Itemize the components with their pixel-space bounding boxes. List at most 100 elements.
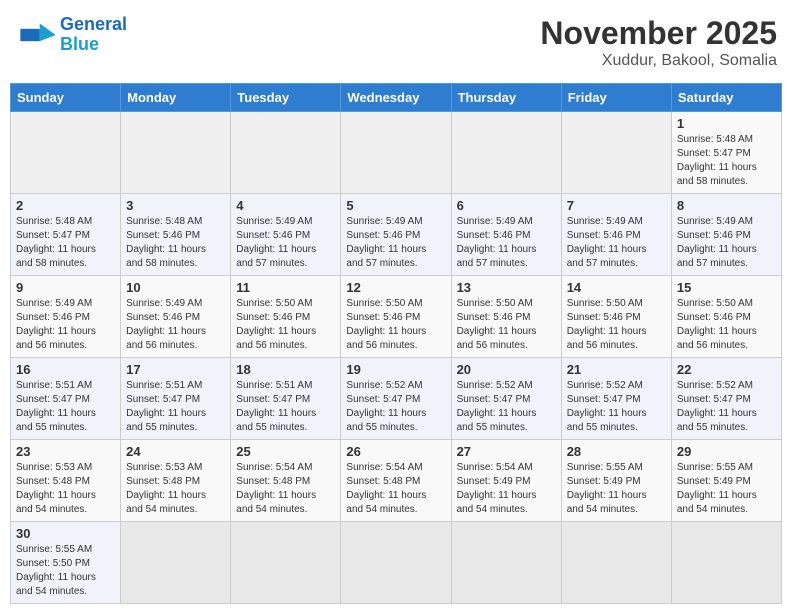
day-number: 22 (677, 362, 776, 377)
day-info: Sunrise: 5:49 AM Sunset: 5:46 PM Dayligh… (457, 215, 556, 271)
title-block: November 2025 Xuddur, Bakool, Somalia (540, 15, 777, 70)
calendar-table: Sunday Monday Tuesday Wednesday Thursday… (10, 83, 782, 604)
day-info: Sunrise: 5:49 AM Sunset: 5:46 PM Dayligh… (677, 215, 776, 271)
day-number: 13 (457, 280, 556, 295)
table-row: 12Sunrise: 5:50 AM Sunset: 5:46 PM Dayli… (341, 276, 451, 358)
day-number: 20 (457, 362, 556, 377)
table-row: 9 Sunrise: 5:49 AM Sunset: 5:46 PM Daylig… (11, 276, 121, 358)
day-info: Sunrise: 5:48 AM Sunset: 5:46 PM Dayligh… (126, 215, 225, 271)
day-info: Sunrise: 5:51 AM Sunset: 5:47 PM Dayligh… (236, 379, 335, 435)
table-row: 16Sunrise: 5:51 AM Sunset: 5:47 PM Dayli… (11, 358, 121, 440)
day-number: 12 (346, 280, 445, 295)
table-row: 11Sunrise: 5:50 AM Sunset: 5:46 PM Dayli… (231, 276, 341, 358)
table-row: 29 Sunrise: 5:55 AM Sunset: 5:49 PM Dayli… (671, 440, 781, 522)
day-number: 9 (16, 280, 115, 295)
logo-blue-text: Blue (60, 34, 99, 54)
logo: General Blue (20, 15, 127, 55)
col-tuesday: Tuesday (231, 84, 341, 112)
day-info: Sunrise: 5:50 AM Sunset: 5:46 PM Dayligh… (457, 297, 556, 353)
table-row: 25 Sunrise: 5:54 AM Sunset: 5:48 PM Dayli… (231, 440, 341, 522)
table-row: 13 Sunrise: 5:50 AM Sunset: 5:46 PM Dayli… (451, 276, 561, 358)
table-row (231, 522, 341, 604)
day-info: Sunrise: 5:54 AM Sunset: 5:48 PM Dayligh… (346, 461, 445, 517)
table-row: 10 Sunrise: 5:49 AM Sunset: 5:46 PM Dayli… (121, 276, 231, 358)
table-row: 21Sunrise: 5:52 AM Sunset: 5:47 PM Dayli… (561, 358, 671, 440)
calendar-week-row: 30 Sunrise: 5:55 AM Sunset: 5:50 PM Dayli… (11, 522, 782, 604)
table-row: 18 Sunrise: 5:51 AM Sunset: 5:47 PM Dayli… (231, 358, 341, 440)
day-info: Sunrise: 5:54 AM Sunset: 5:48 PM Dayligh… (236, 461, 335, 517)
table-row: 17 Sunrise: 5:51 AM Sunset: 5:47 PM Dayli… (121, 358, 231, 440)
table-row: 23 Sunrise: 5:53 AM Sunset: 5:48 PM Dayli… (11, 440, 121, 522)
day-info: Sunrise: 5:51 AM Sunset: 5:47 PM Dayligh… (16, 379, 115, 435)
day-info: Sunrise: 5:55 AM Sunset: 5:49 PM Dayligh… (677, 461, 776, 517)
table-row: 1 Sunrise: 5:48 AM Sunset: 5:47 PM Daylig… (671, 112, 781, 194)
logo-text: General Blue (60, 15, 127, 55)
calendar-week-row: 16Sunrise: 5:51 AM Sunset: 5:47 PM Dayli… (11, 358, 782, 440)
table-row (451, 112, 561, 194)
table-row (11, 112, 121, 194)
table-row: 20Sunrise: 5:52 AM Sunset: 5:47 PM Dayli… (451, 358, 561, 440)
day-number: 3 (126, 198, 225, 213)
logo-icon (20, 20, 56, 50)
table-row: 22 Sunrise: 5:52 AM Sunset: 5:47 PM Dayli… (671, 358, 781, 440)
col-friday: Friday (561, 84, 671, 112)
day-number: 2 (16, 198, 115, 213)
calendar-header-row: Sunday Monday Tuesday Wednesday Thursday… (11, 84, 782, 112)
day-info: Sunrise: 5:53 AM Sunset: 5:48 PM Dayligh… (126, 461, 225, 517)
day-number: 29 (677, 444, 776, 459)
table-row: 26Sunrise: 5:54 AM Sunset: 5:48 PM Dayli… (341, 440, 451, 522)
logo-general-text: General (60, 14, 127, 34)
day-info: Sunrise: 5:52 AM Sunset: 5:47 PM Dayligh… (567, 379, 666, 435)
day-info: Sunrise: 5:49 AM Sunset: 5:46 PM Dayligh… (346, 215, 445, 271)
table-row (121, 522, 231, 604)
day-number: 18 (236, 362, 335, 377)
day-number: 24 (126, 444, 225, 459)
day-number: 10 (126, 280, 225, 295)
col-saturday: Saturday (671, 84, 781, 112)
calendar-week-row: 23 Sunrise: 5:53 AM Sunset: 5:48 PM Dayli… (11, 440, 782, 522)
table-row (671, 522, 781, 604)
table-row: 7 Sunrise: 5:49 AM Sunset: 5:46 PM Daylig… (561, 194, 671, 276)
day-info: Sunrise: 5:48 AM Sunset: 5:47 PM Dayligh… (16, 215, 115, 271)
day-number: 17 (126, 362, 225, 377)
col-thursday: Thursday (451, 84, 561, 112)
table-row: 2 Sunrise: 5:48 AM Sunset: 5:47 PM Daylig… (11, 194, 121, 276)
day-number: 8 (677, 198, 776, 213)
table-row: 5 Sunrise: 5:49 AM Sunset: 5:46 PM Daylig… (341, 194, 451, 276)
day-number: 5 (346, 198, 445, 213)
calendar-week-row: 9 Sunrise: 5:49 AM Sunset: 5:46 PM Daylig… (11, 276, 782, 358)
table-row: 14Sunrise: 5:50 AM Sunset: 5:46 PM Dayli… (561, 276, 671, 358)
day-number: 27 (457, 444, 556, 459)
day-info: Sunrise: 5:49 AM Sunset: 5:46 PM Dayligh… (16, 297, 115, 353)
day-number: 1 (677, 116, 776, 131)
day-info: Sunrise: 5:49 AM Sunset: 5:46 PM Dayligh… (567, 215, 666, 271)
table-row (561, 112, 671, 194)
day-number: 15 (677, 280, 776, 295)
day-info: Sunrise: 5:55 AM Sunset: 5:50 PM Dayligh… (16, 543, 115, 599)
day-info: Sunrise: 5:48 AM Sunset: 5:47 PM Dayligh… (677, 133, 776, 189)
day-number: 19 (346, 362, 445, 377)
month-title: November 2025 (540, 15, 777, 52)
table-row (341, 522, 451, 604)
day-number: 4 (236, 198, 335, 213)
table-row: 28Sunrise: 5:55 AM Sunset: 5:49 PM Dayli… (561, 440, 671, 522)
day-number: 23 (16, 444, 115, 459)
day-info: Sunrise: 5:53 AM Sunset: 5:48 PM Dayligh… (16, 461, 115, 517)
table-row: 24 Sunrise: 5:53 AM Sunset: 5:48 PM Dayli… (121, 440, 231, 522)
day-info: Sunrise: 5:51 AM Sunset: 5:47 PM Dayligh… (126, 379, 225, 435)
day-info: Sunrise: 5:52 AM Sunset: 5:47 PM Dayligh… (677, 379, 776, 435)
table-row: 30 Sunrise: 5:55 AM Sunset: 5:50 PM Dayli… (11, 522, 121, 604)
table-row (121, 112, 231, 194)
table-row: 6 Sunrise: 5:49 AM Sunset: 5:46 PM Daylig… (451, 194, 561, 276)
calendar-week-row: 2 Sunrise: 5:48 AM Sunset: 5:47 PM Daylig… (11, 194, 782, 276)
day-info: Sunrise: 5:55 AM Sunset: 5:49 PM Dayligh… (567, 461, 666, 517)
day-number: 11 (236, 280, 335, 295)
page-header: General Blue November 2025 Xuddur, Bakoo… (10, 10, 782, 75)
day-info: Sunrise: 5:49 AM Sunset: 5:46 PM Dayligh… (126, 297, 225, 353)
day-number: 30 (16, 526, 115, 541)
day-number: 6 (457, 198, 556, 213)
table-row: 8 Sunrise: 5:49 AM Sunset: 5:46 PM Daylig… (671, 194, 781, 276)
day-number: 25 (236, 444, 335, 459)
day-number: 7 (567, 198, 666, 213)
table-row: 19Sunrise: 5:52 AM Sunset: 5:47 PM Dayli… (341, 358, 451, 440)
